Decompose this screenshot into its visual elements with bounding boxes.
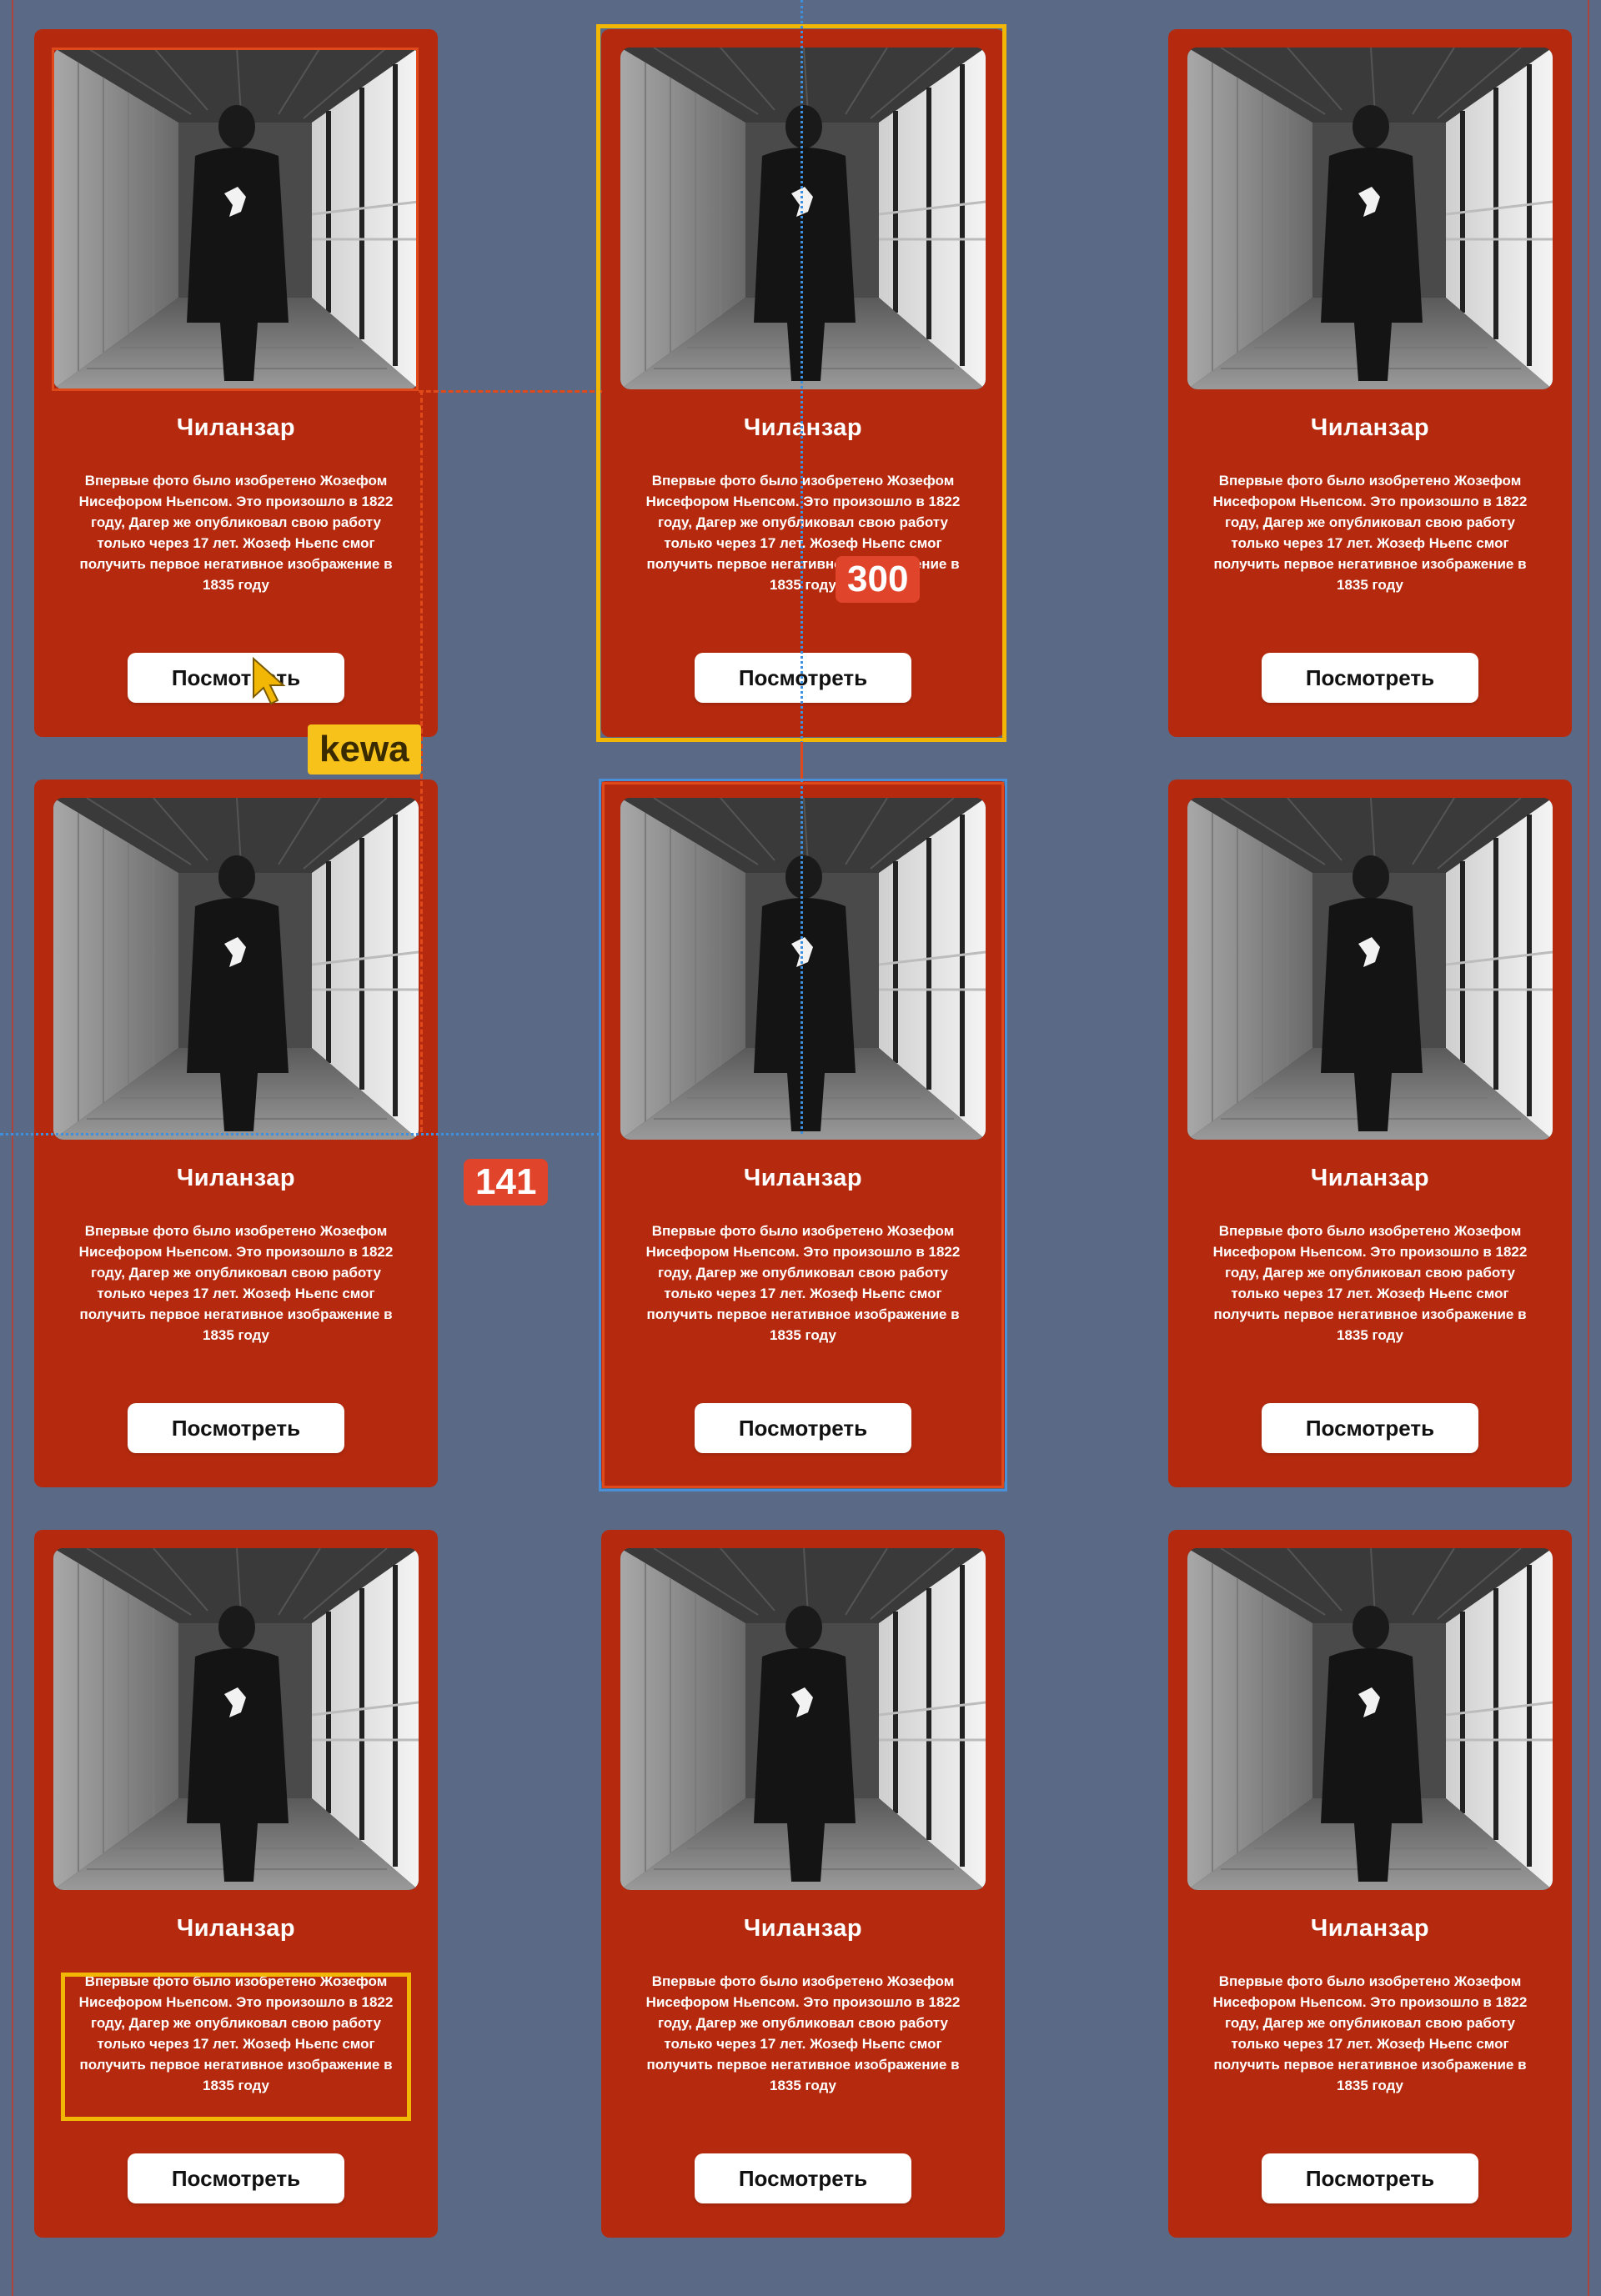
card-text: Впервые фото было изобретено Жозефом Нис… xyxy=(78,1973,394,2093)
design-canvas[interactable]: Чиланзар Впервые фото было изобретено Жо… xyxy=(0,0,1601,2296)
card-text: Впервые фото было изобретено Жозефом Нис… xyxy=(645,1223,961,1343)
card[interactable]: Чиланзар Впервые фото было изобретено Жо… xyxy=(601,780,1005,1487)
card-photo xyxy=(620,1548,986,1890)
view-button[interactable]: Посмотреть xyxy=(1262,2153,1478,2203)
card-text: Впервые фото было изобретено Жозефом Нис… xyxy=(1212,473,1528,593)
view-button[interactable]: Посмотреть xyxy=(695,2153,911,2203)
view-button[interactable]: Посмотреть xyxy=(128,653,344,703)
distance-line-vertical xyxy=(800,742,803,780)
gap-measure-badge: 141 xyxy=(464,1159,549,1206)
card-title: Чиланзар xyxy=(176,414,296,441)
card-photo xyxy=(1187,48,1553,389)
card-text: Впервые фото было изобретено Жозефом Нис… xyxy=(78,473,394,593)
card-title: Чиланзар xyxy=(1310,1165,1430,1191)
card-photo xyxy=(53,798,419,1140)
view-button[interactable]: Посмотреть xyxy=(1262,653,1478,703)
card-title: Чиланзар xyxy=(1310,1915,1430,1942)
frame-left-edge xyxy=(12,0,13,2296)
pointer-cursor-icon xyxy=(253,657,286,705)
layer-name-tag: kewa xyxy=(308,724,421,775)
view-button[interactable]: Посмотреть xyxy=(695,1403,911,1453)
card-title: Чиланзар xyxy=(1310,414,1430,441)
card-title: Чиланзар xyxy=(743,1165,863,1191)
card-text: Впервые фото было изобретено Жозефом Нис… xyxy=(645,1973,961,2093)
card-photo xyxy=(620,798,986,1140)
card[interactable]: Чиланзар Впервые фото было изобретено Жо… xyxy=(1168,29,1572,737)
card-photo xyxy=(1187,798,1553,1140)
card-text: Впервые фото было изобретено Жозефом Нис… xyxy=(78,1223,394,1343)
guide-horizontal xyxy=(0,1133,600,1135)
card-text: Впервые фото было изобретено Жозефом Нис… xyxy=(1212,1973,1528,2093)
measure-guide-horizontal xyxy=(419,390,602,393)
view-button[interactable]: Посмотреть xyxy=(695,653,911,703)
card[interactable]: Чиланзар Впервые фото было изобретено Жо… xyxy=(34,29,438,737)
width-measure-badge: 300 xyxy=(836,556,921,603)
card-title: Чиланзар xyxy=(743,414,863,441)
view-button[interactable]: Посмотреть xyxy=(1262,1403,1478,1453)
card-title: Чиланзар xyxy=(743,1915,863,1942)
card-photo xyxy=(620,48,986,389)
card[interactable]: Чиланзар Впервые фото было изобретено Жо… xyxy=(1168,780,1572,1487)
card-photo xyxy=(53,1548,419,1890)
center-guide-vertical xyxy=(800,0,803,1134)
card-title: Чиланзар xyxy=(176,1165,296,1191)
view-button[interactable]: Посмотреть xyxy=(128,2153,344,2203)
card-photo xyxy=(53,48,419,389)
view-button[interactable]: Посмотреть xyxy=(128,1403,344,1453)
frame-right-edge xyxy=(1588,0,1589,2296)
card[interactable]: Чиланзар Впервые фото было изобретено Жо… xyxy=(601,29,1005,737)
card-title: Чиланзар xyxy=(176,1915,296,1942)
card[interactable]: Чиланзар Впервые фото было изобретено Жо… xyxy=(34,1530,438,2238)
card-text: Впервые фото было изобретено Жозефом Нис… xyxy=(1212,1223,1528,1343)
card[interactable]: Чиланзар Впервые фото было изобретено Жо… xyxy=(601,1530,1005,2238)
card-photo xyxy=(1187,1548,1553,1890)
card[interactable]: Чиланзар Впервые фото было изобретено Жо… xyxy=(1168,1530,1572,2238)
